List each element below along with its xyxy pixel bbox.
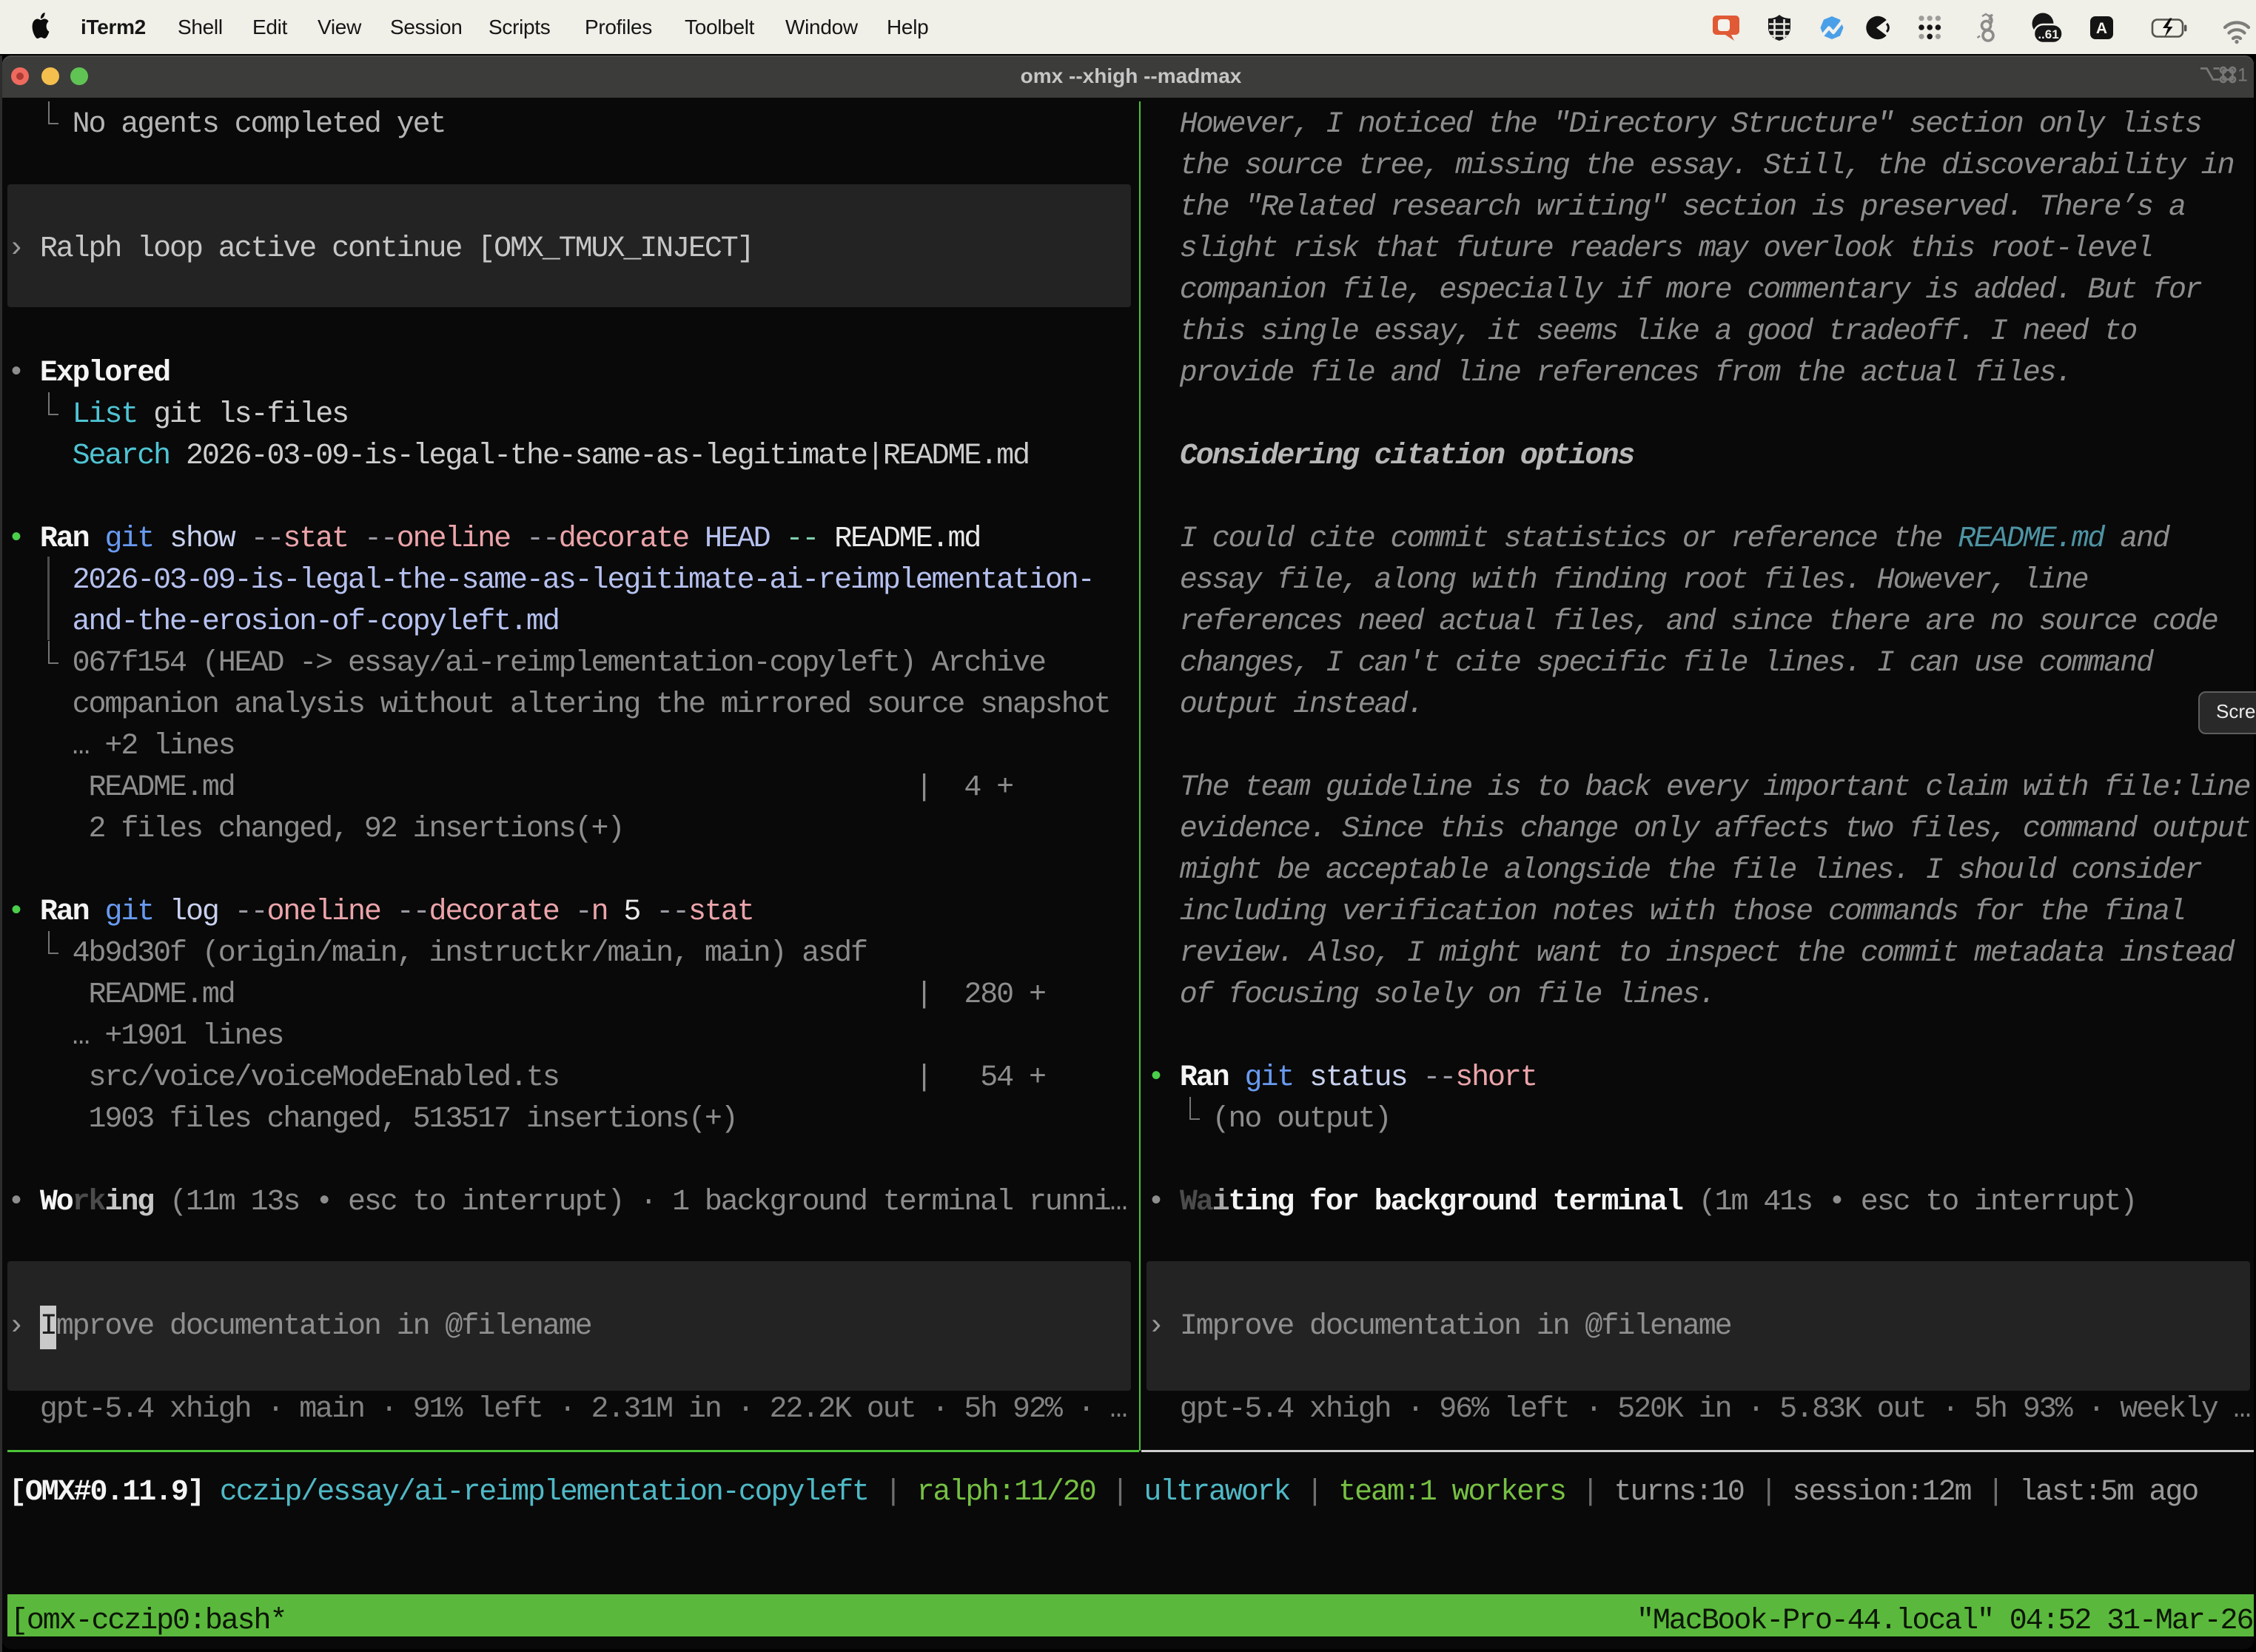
svg-text:..61: ..61 xyxy=(2038,27,2058,41)
svg-text:A: A xyxy=(2096,20,2107,37)
svg-text:1: 1 xyxy=(2237,65,2248,85)
